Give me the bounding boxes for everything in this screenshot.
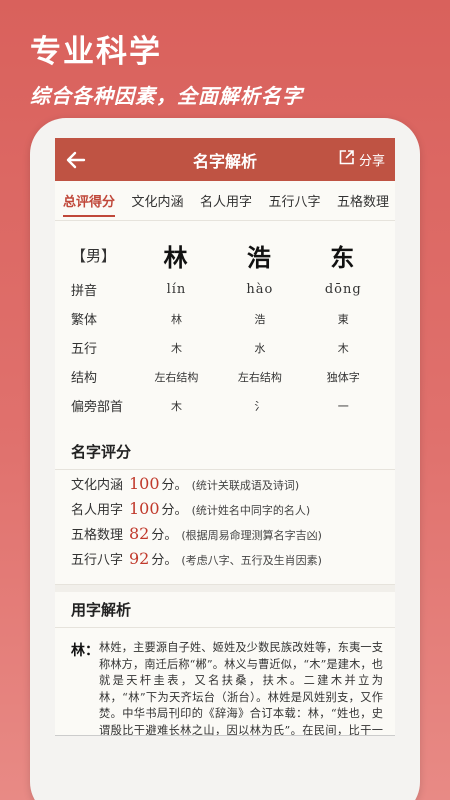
share-label: 分享 [358, 154, 385, 169]
back-arrow-icon[interactable] [65, 148, 89, 172]
row-label: 繁体 [71, 313, 98, 328]
score-label: 文化内涵 [71, 478, 124, 493]
score-section: 名字评分 文化内涵 100 分。 (统计关联成语及诗词) 名人用字 100 分。… [55, 434, 395, 584]
score-unit: 分。 [161, 478, 188, 493]
wuxing-row: 五行 木 水 木 [71, 333, 385, 362]
tab-celebrity[interactable]: 名人用字 [200, 183, 252, 218]
score-value: 100 [129, 499, 160, 518]
name-char: 林 [163, 242, 190, 272]
structure-row: 结构 左右结构 左右结构 独体字 [71, 362, 385, 391]
score-unit: 分。 [151, 553, 178, 568]
score-list: 文化内涵 100 分。 (统计关联成语及诗词) 名人用字 100 分。 (统计姓… [55, 470, 395, 584]
analysis-char: 林： [71, 643, 99, 659]
radical-row: 偏旁部首 木 氵 一 [71, 391, 385, 420]
promo-title: 专业科学 [30, 34, 162, 70]
app-screen: 名字解析 分享 总评得分 文化内涵 名人用字 五行八字 五格数理 【男】 林 浩… [55, 138, 395, 736]
score-label: 五格数理 [71, 528, 124, 543]
structure-value: 左右结构 [154, 370, 199, 384]
score-label: 名人用字 [71, 503, 124, 518]
pinyin-value: lín [166, 282, 187, 297]
analysis-text: 林姓，主要源自子姓、姬姓及少数民族改姓等，东夷一支称林方，南迁后称“郴”。林义与… [99, 641, 383, 736]
traditional-row: 繁体 林 浩 東 [71, 304, 385, 333]
score-note: (考虑八字、五行及生肖因素) [181, 554, 322, 567]
tab-wuxing-bazi[interactable]: 五行八字 [268, 183, 320, 218]
score-value: 82 [129, 524, 150, 543]
score-note: (统计关联成语及诗词) [191, 479, 300, 492]
row-label: 偏旁部首 [71, 400, 124, 415]
score-value: 100 [129, 474, 160, 493]
analysis-body: 林： 林姓，主要源自子姓、姬姓及少数民族改姓等，东夷一支称林方，南迁后称“郴”。… [55, 628, 395, 736]
score-note: (根据周易命理测算名字吉凶) [181, 529, 322, 542]
radical-value: 一 [337, 399, 349, 413]
score-unit: 分。 [151, 528, 178, 543]
name-char: 东 [330, 242, 357, 272]
radical-value: 氵 [254, 399, 266, 413]
traditional-value: 浩 [254, 312, 266, 326]
score-section-title: 名字评分 [55, 434, 395, 470]
analysis-section-title: 用字解析 [55, 592, 395, 628]
structure-value: 独体字 [326, 370, 360, 384]
row-label: 结构 [71, 371, 98, 386]
analysis-section: 用字解析 林： 林姓，主要源自子姓、姬姓及少数民族改姓等，东夷一支称林方，南迁后… [55, 592, 395, 736]
score-note: (统计姓名中同字的名人) [191, 504, 311, 517]
tab-culture[interactable]: 文化内涵 [131, 183, 183, 218]
promo-subtitle: 综合各种因素，全面解析名字 [30, 84, 303, 108]
wuxing-value: 木 [337, 341, 349, 355]
radical-value: 木 [170, 399, 182, 413]
traditional-value: 林 [170, 312, 182, 326]
tab-bar: 总评得分 文化内涵 名人用字 五行八字 五格数理 [55, 181, 395, 221]
name-info-grid: 【男】 林 浩 东 拼音 lín hào dōng 繁体 林 浩 東 五行 木 … [55, 221, 395, 420]
wuxing-value: 木 [170, 341, 182, 355]
score-unit: 分。 [161, 503, 188, 518]
score-row: 名人用字 100 分。 (统计姓名中同字的名人) [71, 499, 395, 524]
pinyin-value: dōng [324, 282, 362, 297]
pinyin-row: 拼音 lín hào dōng [71, 275, 385, 304]
name-char: 浩 [246, 242, 273, 272]
row-label: 五行 [71, 342, 98, 357]
name-chars-row: 【男】 林 浩 东 [71, 235, 385, 275]
score-row: 文化内涵 100 分。 (统计关联成语及诗词) [71, 474, 395, 499]
share-icon [338, 149, 355, 170]
score-row: 五行八字 92 分。 (考虑八字、五行及生肖因素) [71, 549, 395, 574]
section-divider [55, 584, 395, 592]
tab-overall-score[interactable]: 总评得分 [63, 183, 116, 218]
wuxing-value: 水 [254, 341, 266, 355]
score-row: 五格数理 82 分。 (根据周易命理测算名字吉凶) [71, 524, 395, 549]
share-button[interactable]: 分享 [338, 149, 385, 170]
structure-value: 左右结构 [237, 370, 282, 384]
score-value: 92 [129, 549, 150, 568]
gender-label: 【男】 [71, 246, 117, 265]
pinyin-value: hào [246, 282, 274, 297]
traditional-value: 東 [337, 312, 349, 326]
app-bar: 名字解析 分享 [55, 138, 395, 181]
row-label: 拼音 [71, 284, 98, 299]
tab-wuge[interactable]: 五格数理 [337, 183, 389, 218]
score-label: 五行八字 [71, 553, 124, 568]
